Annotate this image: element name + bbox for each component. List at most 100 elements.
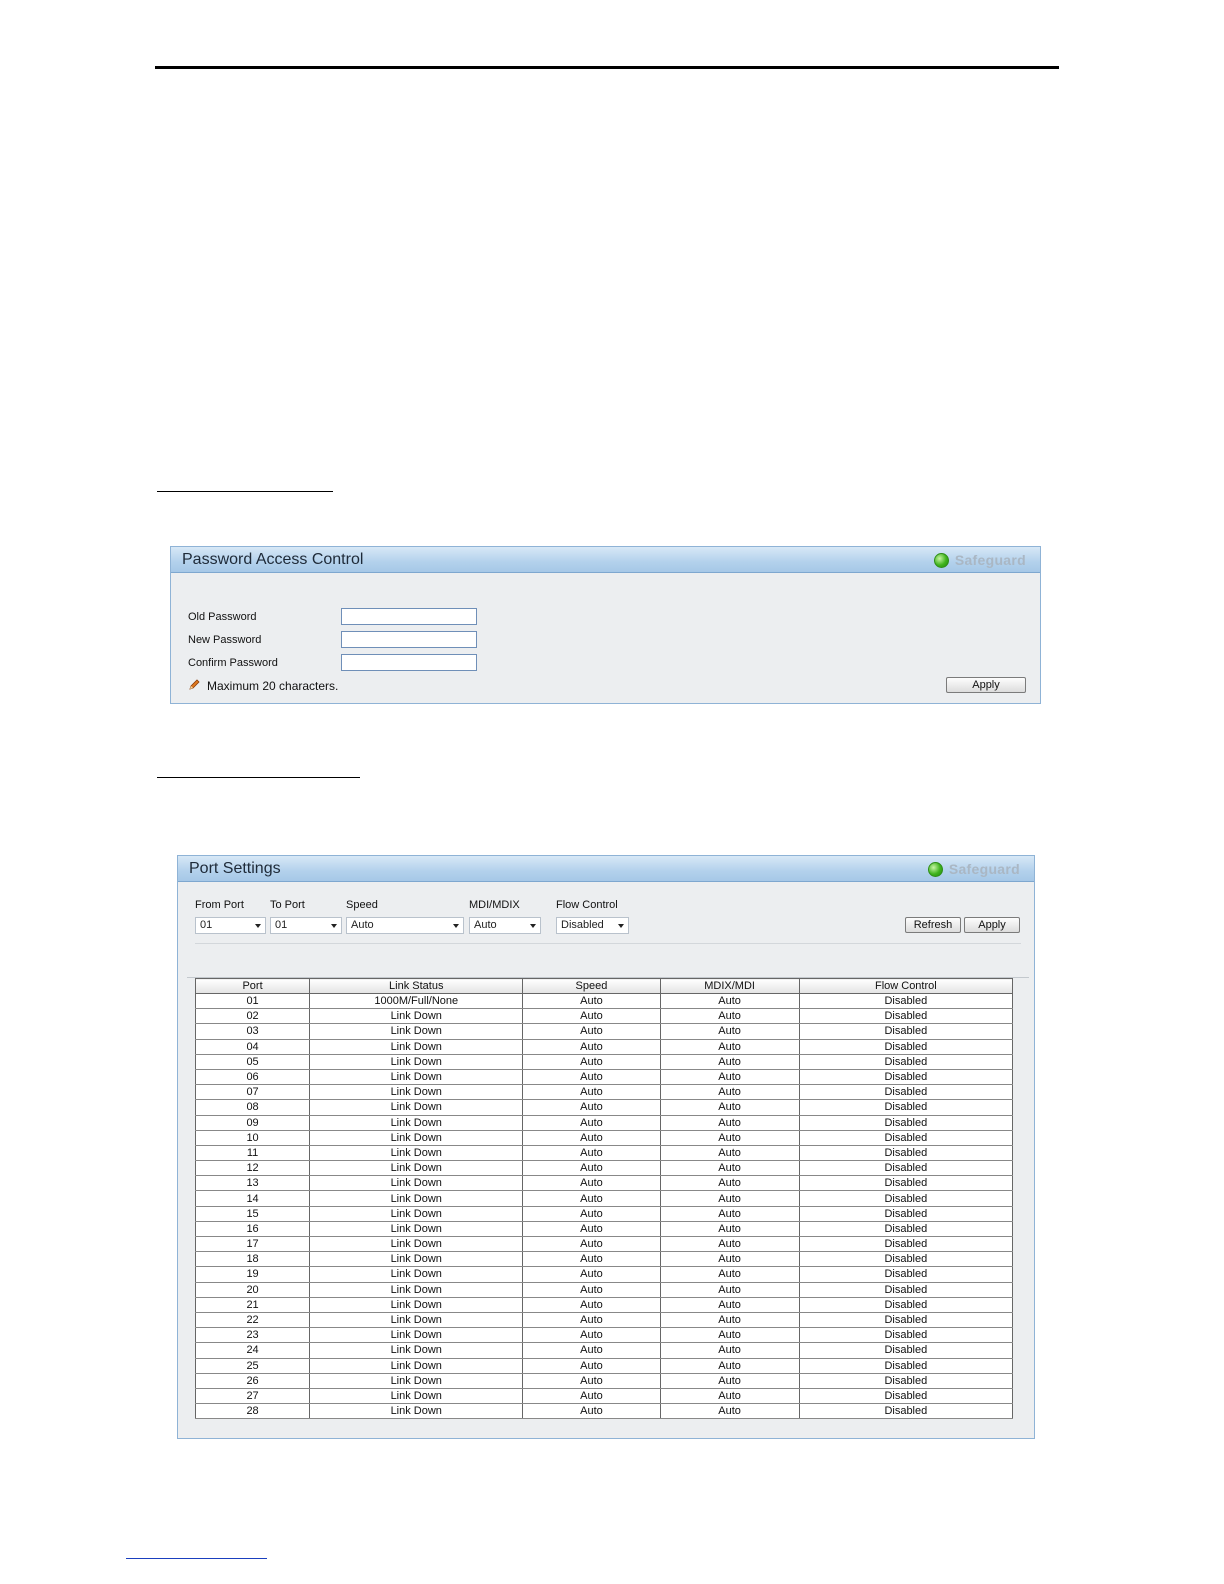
chevron-down-icon [618,924,624,928]
table-cell: Disabled [798,1023,1014,1040]
mdi-mdix-select[interactable]: Auto [469,917,541,934]
table-cell: Auto [659,1312,800,1329]
new-password-field[interactable] [341,631,477,648]
table-cell: Auto [522,1342,661,1359]
speed-select[interactable]: Auto [346,917,464,934]
table-cell: Auto [659,1327,800,1344]
table-cell: Link Down [309,1008,524,1025]
table-cell: Auto [659,1358,800,1374]
table-cell: Auto [522,1190,661,1207]
table-cell: 11 [194,1145,311,1162]
safeguard-label: Safeguard [954,552,1026,568]
table-cell: 12 [194,1160,311,1177]
table-cell: Link Down [309,1130,524,1146]
table-cell: 28 [194,1403,311,1420]
panel-title: Password Access Control [182,551,364,568]
password-access-control-panel: Password Access Control Safeguard Old Pa… [170,546,1041,704]
table-cell: 08 [194,1099,311,1116]
table-row: 19 Link Down Auto Auto Disabled [194,1266,1014,1283]
port-status-table: Port Link Status Speed MDIX/MDI Flow Con… [194,978,1014,1420]
table-cell: Disabled [798,1388,1014,1405]
table-row: 13 Link Down Auto Auto Disabled [194,1175,1014,1192]
confirm-password-field[interactable] [341,654,477,671]
table-cell: 04 [194,1039,311,1055]
table-cell: Auto [522,1023,661,1040]
column-header[interactable]: Link Status [309,978,524,994]
table-cell: Auto [659,1084,800,1101]
table-cell: Auto [659,1130,800,1146]
table-cell: Auto [659,1282,800,1298]
table-row: 03 Link Down Auto Auto Disabled [194,1023,1014,1040]
table-cell: Auto [522,1236,661,1253]
table-cell: 20 [194,1282,311,1298]
column-header[interactable]: Speed [522,978,661,994]
table-cell: Disabled [798,1008,1014,1025]
table-cell: Auto [659,1190,800,1207]
table-cell: 16 [194,1221,311,1238]
safeguard-indicator: Safeguard [927,861,1020,877]
table-row: 12 Link Down Auto Auto Disabled [194,1160,1014,1177]
from-port-label: From Port [195,899,244,911]
table-row: 25 Link Down Auto Auto Disabled [194,1358,1014,1374]
table-row: 22 Link Down Auto Auto Disabled [194,1312,1014,1329]
table-cell: 22 [194,1312,311,1329]
table-row: 11 Link Down Auto Auto Disabled [194,1145,1014,1162]
table-cell: Link Down [309,1069,524,1086]
table-cell: Link Down [309,1373,524,1389]
table-cell: Disabled [798,1130,1014,1146]
table-cell: Auto [522,1358,661,1374]
table-cell: Auto [659,1099,800,1116]
table-cell: 27 [194,1388,311,1405]
table-cell: 01 [194,993,311,1010]
table-cell: Link Down [309,1221,524,1238]
table-cell: Auto [659,1297,800,1313]
refresh-button[interactable]: Refresh [905,917,961,933]
pencil-icon [189,679,200,690]
table-cell: 23 [194,1327,311,1344]
table-row: 08 Link Down Auto Auto Disabled [194,1099,1014,1116]
table-cell: Auto [659,1054,800,1070]
apply-button[interactable]: Apply [946,677,1026,693]
apply-button[interactable]: Apply [964,917,1020,933]
table-cell: Auto [659,1069,800,1086]
table-cell: Auto [659,1039,800,1055]
table-cell: Link Down [309,1282,524,1298]
table-cell: Auto [659,1251,800,1268]
safeguard-status-icon [927,861,943,877]
table-cell: 10 [194,1130,311,1146]
table-row: 24 Link Down Auto Auto Disabled [194,1342,1014,1359]
table-row: 18 Link Down Auto Auto Disabled [194,1251,1014,1268]
chevron-down-icon [453,924,459,928]
table-cell: Auto [522,1327,661,1344]
table-cell: Disabled [798,1069,1014,1086]
to-port-label: To Port [270,899,305,911]
page-header-rule [155,66,1059,69]
flow-control-select[interactable]: Disabled [556,917,629,934]
table-cell: 03 [194,1023,311,1040]
column-header[interactable]: Flow Control [798,978,1014,994]
chevron-down-icon [530,924,536,928]
table-row: 28 Link Down Auto Auto Disabled [194,1403,1014,1420]
table-cell: 02 [194,1008,311,1025]
old-password-field[interactable] [341,608,477,625]
column-header[interactable]: Port [194,978,311,994]
table-row: 02 Link Down Auto Auto Disabled [194,1008,1014,1025]
from-port-select[interactable]: 01 [195,917,266,934]
to-port-select[interactable]: 01 [270,917,342,934]
column-header[interactable]: MDIX/MDI [659,978,800,994]
table-cell: Disabled [798,1221,1014,1238]
table-cell: Disabled [798,1342,1014,1359]
table-row: 27 Link Down Auto Auto Disabled [194,1388,1014,1405]
table-cell: Auto [659,1266,800,1283]
table-cell: Link Down [309,1160,524,1177]
table-cell: Auto [659,993,800,1010]
table-cell: Disabled [798,1145,1014,1162]
table-cell: Auto [659,1145,800,1162]
table-row: 20 Link Down Auto Auto Disabled [194,1282,1014,1298]
table-cell: Auto [522,1160,661,1177]
table-cell: Auto [659,1342,800,1359]
from-port-value: 01 [200,919,213,931]
table-row: 05 Link Down Auto Auto Disabled [194,1054,1014,1070]
table-cell: 15 [194,1206,311,1222]
table-cell: Auto [659,1373,800,1389]
